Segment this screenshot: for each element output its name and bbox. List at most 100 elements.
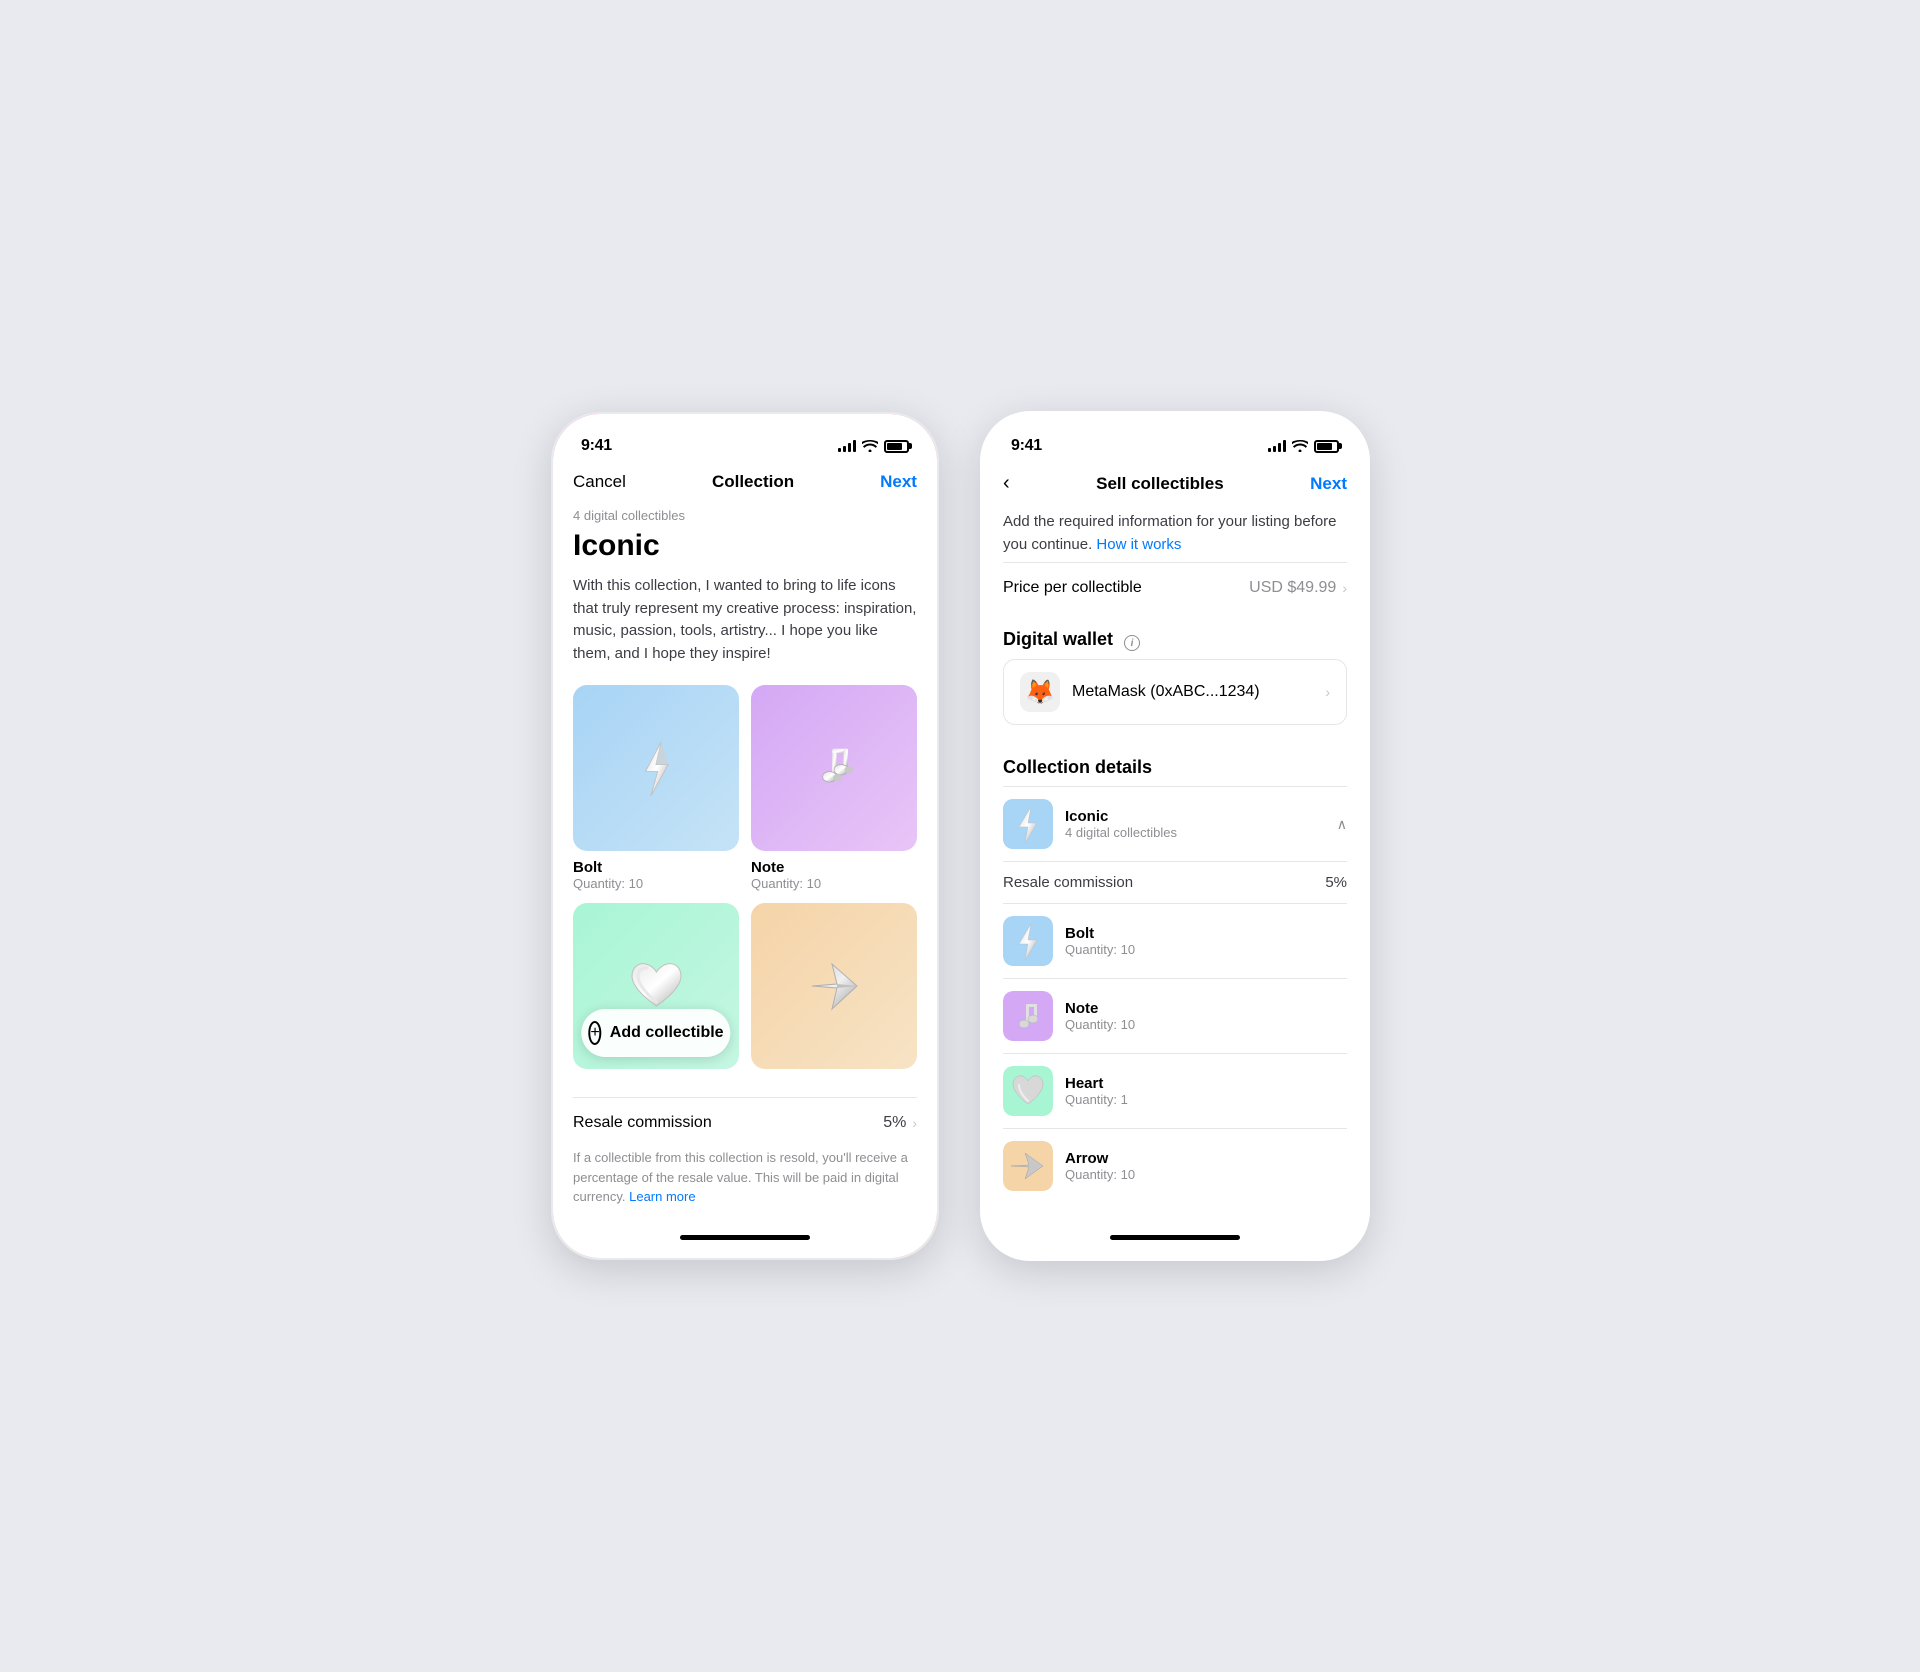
iconic-chevron-up-icon: ∧ <box>1337 816 1347 833</box>
heart-detail-info: Heart Quantity: 1 <box>1065 1075 1347 1107</box>
bolt-detail-row: Bolt Quantity: 10 <box>1003 903 1347 978</box>
iconic-detail-qty: 4 digital collectibles <box>1065 825 1325 840</box>
collectible-bolt: Bolt Quantity: 10 <box>573 685 739 891</box>
bolt-detail-info: Bolt Quantity: 10 <box>1065 925 1347 957</box>
learn-more-link[interactable]: Learn more <box>629 1189 695 1204</box>
resale-percent: 5% <box>883 1114 906 1132</box>
heart-detail-row: Heart Quantity: 1 <box>1003 1053 1347 1128</box>
left-status-icons <box>838 440 909 453</box>
arrow-detail-thumb <box>1003 1141 1053 1191</box>
note-qty: Quantity: 10 <box>751 876 917 891</box>
resale-chevron-icon: › <box>912 1115 917 1131</box>
note-name: Note <box>751 859 917 876</box>
info-icon: i <box>1124 635 1140 651</box>
right-status-time: 9:41 <box>1011 437 1042 455</box>
right-phone-inner: 9:41 ‹ <box>983 414 1367 1258</box>
sell-nav-title: Sell collectibles <box>1096 474 1224 494</box>
digital-wallet-heading: Digital wallet i <box>1003 613 1347 659</box>
heart-thumbnail: + Add collectible <box>573 903 739 1069</box>
detail-resale-value: 5% <box>1325 874 1347 891</box>
wallet-row[interactable]: 🦊 MetaMask (0xABC...1234) › <box>1003 659 1347 725</box>
collection-subtitle: 4 digital collectibles <box>573 508 917 523</box>
collectible-arrow <box>751 903 917 1077</box>
right-status-bar: 9:41 <box>983 414 1367 464</box>
arrow-thumbnail <box>751 903 917 1069</box>
collection-description: With this collection, I wanted to bring … <box>573 575 917 665</box>
iconic-detail-name: Iconic <box>1065 808 1325 825</box>
collectible-note: Note Quantity: 10 <box>751 685 917 891</box>
price-value: USD $49.99 › <box>1249 579 1347 597</box>
right-home-bar <box>1110 1235 1240 1240</box>
note-icon <box>799 733 869 803</box>
right-wifi-icon <box>1292 440 1308 452</box>
bolt-detail-qty: Quantity: 10 <box>1065 942 1347 957</box>
wallet-name: MetaMask (0xABC...1234) <box>1072 683 1313 701</box>
note-detail-row: Note Quantity: 10 <box>1003 978 1347 1053</box>
bolt-thumbnail <box>573 685 739 851</box>
resale-label: Resale commission <box>573 1114 712 1132</box>
collection-details-heading: Collection details <box>1003 741 1347 786</box>
bolt-detail-name: Bolt <box>1065 925 1347 942</box>
note-detail-info: Note Quantity: 10 <box>1065 1000 1347 1032</box>
arrow-detail-info: Arrow Quantity: 10 <box>1065 1150 1347 1182</box>
price-chevron-icon: › <box>1342 580 1347 596</box>
how-it-works-link[interactable]: How it works <box>1096 536 1181 553</box>
heart-detail-thumb <box>1003 1066 1053 1116</box>
right-screen-content: Add the required information for your li… <box>983 507 1367 1224</box>
note-detail-name: Note <box>1065 1000 1347 1017</box>
add-collectible-label: Add collectible <box>610 1024 724 1042</box>
collectibles-grid: Bolt Quantity: 10 <box>573 685 917 1077</box>
left-status-time: 9:41 <box>581 437 612 455</box>
price-row[interactable]: Price per collectible USD $49.99 › <box>1003 562 1347 613</box>
heart-detail-qty: Quantity: 1 <box>1065 1092 1347 1107</box>
left-signal-icon <box>838 440 856 452</box>
arrow-icon <box>802 954 867 1019</box>
bolt-icon <box>621 733 691 803</box>
collectible-heart: + Add collectible <box>573 903 739 1077</box>
right-signal-icon <box>1268 440 1286 452</box>
note-detail-qty: Quantity: 10 <box>1065 1017 1347 1032</box>
arrow-detail-qty: Quantity: 10 <box>1065 1167 1347 1182</box>
left-phone-inner: 9:41 Canc <box>553 414 937 1258</box>
bolt-detail-thumb <box>1003 916 1053 966</box>
iconic-detail-thumb <box>1003 799 1053 849</box>
left-nav-bar: Cancel Collection Next <box>553 464 937 504</box>
left-home-indicator <box>553 1224 937 1258</box>
bolt-qty: Quantity: 10 <box>573 876 739 891</box>
note-thumbnail <box>751 685 917 851</box>
collection-title: Iconic <box>573 529 917 563</box>
left-home-bar <box>680 1235 810 1240</box>
right-status-icons <box>1268 440 1339 453</box>
resale-value: 5% › <box>883 1114 917 1132</box>
price-label: Price per collectible <box>1003 579 1142 597</box>
left-next-button[interactable]: Next <box>880 472 917 492</box>
metamask-icon: 🦊 <box>1020 672 1060 712</box>
sell-subtitle: Add the required information for your li… <box>1003 511 1347 556</box>
resale-commission-row[interactable]: Resale commission 5% › <box>573 1097 917 1148</box>
bolt-name: Bolt <box>573 859 739 876</box>
left-battery-icon <box>884 440 909 453</box>
add-collectible-overlay[interactable]: + Add collectible <box>581 1009 730 1057</box>
right-battery-icon <box>1314 440 1339 453</box>
right-nav-bar: ‹ Sell collectibles Next <box>983 464 1367 507</box>
right-next-button[interactable]: Next <box>1310 474 1347 494</box>
iconic-detail-info: Iconic 4 digital collectibles <box>1065 808 1325 840</box>
right-phone-frame: 9:41 ‹ <box>980 411 1370 1261</box>
detail-resale-label: Resale commission <box>1003 874 1133 891</box>
left-phone-frame: 9:41 Canc <box>550 411 940 1261</box>
left-screen-content: 4 digital collectibles Iconic With this … <box>553 504 937 1224</box>
iconic-collection-row[interactable]: Iconic 4 digital collectibles ∧ <box>1003 786 1347 861</box>
cancel-button[interactable]: Cancel <box>573 472 626 492</box>
resale-info-text: If a collectible from this collection is… <box>573 1148 917 1224</box>
collection-nav-title: Collection <box>712 472 794 492</box>
arrow-detail-row: Arrow Quantity: 10 <box>1003 1128 1347 1203</box>
screens-container: 9:41 Canc <box>550 411 1370 1261</box>
note-detail-thumb <box>1003 991 1053 1041</box>
right-home-indicator <box>983 1224 1367 1258</box>
add-circle-icon: + <box>588 1021 601 1045</box>
arrow-detail-name: Arrow <box>1065 1150 1347 1167</box>
back-button[interactable]: ‹ <box>1003 472 1010 495</box>
left-status-bar: 9:41 <box>553 414 937 464</box>
left-wifi-icon <box>862 440 878 452</box>
heart-detail-name: Heart <box>1065 1075 1347 1092</box>
